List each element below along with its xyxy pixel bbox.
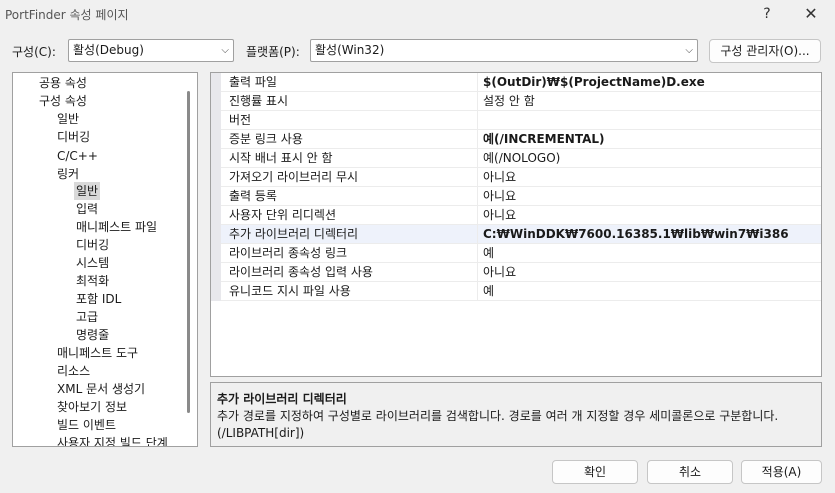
property-value[interactable] [477,111,821,130]
grid-row-selected[interactable]: 추가 라이브러리 디렉터리 C:₩WinDDK₩7600.16385.1₩lib₩… [211,225,821,244]
config-label: 구성(C): [12,45,56,59]
property-value[interactable]: $(OutDir)₩$(ProjectName)D.exe [477,73,821,92]
tree-item-embedded-idl[interactable]: 포함 IDL [76,290,121,308]
close-button[interactable]: ✕ [799,4,823,24]
property-value[interactable]: C:₩WinDDK₩7600.16385.1₩lib₩win7₩i386 [477,225,821,244]
property-value[interactable]: 아니요 [477,206,821,225]
config-value: 활성(Debug) [73,43,144,57]
grid-row[interactable]: 라이브러리 종속성 입력 사용 아니요 [211,263,821,282]
property-name: 버전 [229,113,252,127]
chevron-down-icon: ⌵ [685,45,693,56]
grid-row[interactable]: 라이브러리 종속성 링크 예 [211,244,821,263]
tree-item-general[interactable]: 일반 [57,110,79,128]
grid-row[interactable]: 출력 파일 $(OutDir)₩$(ProjectName)D.exe [211,73,821,92]
ok-button[interactable]: 확인 [552,460,638,484]
help-button[interactable]: ? [755,4,779,24]
property-name: 출력 파일 [229,75,277,89]
property-name: 추가 라이브러리 디렉터리 [229,227,359,241]
property-value[interactable]: 아니요 [477,168,821,187]
property-name: 가져오기 라이브러리 무시 [229,170,359,184]
window-title: PortFinder 속성 페이지 [5,8,129,22]
grid-row[interactable]: 사용자 단위 리디렉션 아니요 [211,206,821,225]
tree-item-manifest-file[interactable]: 매니페스트 파일 [76,218,157,236]
property-grid: 출력 파일 $(OutDir)₩$(ProjectName)D.exe 진행률 표… [210,72,822,377]
title-bar: PortFinder 속성 페이지 ? ✕ [0,0,835,30]
property-name: 진행률 표시 [229,94,289,108]
tree-item-linker-debugging[interactable]: 디버깅 [76,236,109,254]
property-name: 시작 배너 표시 안 함 [229,151,333,165]
description-title: 추가 라이브러리 디렉터리 [217,392,347,406]
tree-item-custom-build-step[interactable]: 사용자 지정 빌드 단계 [57,434,168,446]
config-manager-button[interactable]: 구성 관리자(O)... [709,39,821,63]
tree-item-xml-doc-generator[interactable]: XML 문서 생성기 [57,380,145,398]
tree-item-advanced[interactable]: 고급 [76,308,98,326]
grid-row[interactable]: 유니코드 지시 파일 사용 예 [211,282,821,301]
tree-item-browse-info[interactable]: 찾아보기 정보 [57,398,127,416]
property-value[interactable]: 예(/INCREMENTAL) [477,130,821,149]
tree-item-linker-input[interactable]: 입력 [76,200,98,218]
tree-item-linker-general[interactable]: 일반 [74,182,101,200]
grid-row[interactable]: 시작 배너 표시 안 함 예(/NOLOGO) [211,149,821,168]
property-tree[interactable]: 공용 속성 구성 속성 일반 디버깅 C/C++ 링커 일반 입력 매니페스트 … [12,72,198,447]
platform-label: 플랫폼(P): [246,45,300,59]
tree-item-build-events[interactable]: 빌드 이벤트 [57,416,116,434]
tree-item-manifest-tool[interactable]: 매니페스트 도구 [57,344,138,362]
property-value[interactable]: 예 [477,282,821,301]
property-value[interactable]: 설정 안 함 [477,92,821,111]
tree-item-config-properties[interactable]: 구성 속성 [39,92,87,110]
grid-row[interactable]: 가져오기 라이브러리 무시 아니요 [211,168,821,187]
tree-item-command-line[interactable]: 명령줄 [76,326,109,344]
property-name: 증분 링크 사용 [229,132,303,146]
property-value[interactable]: 아니요 [477,187,821,206]
grid-row[interactable]: 증분 링크 사용 예(/INCREMENTAL) [211,130,821,149]
property-name: 라이브러리 종속성 링크 [229,246,348,260]
property-value[interactable]: 예 [477,244,821,263]
tree-item-common-properties[interactable]: 공용 속성 [39,74,87,92]
grid-row[interactable]: 진행률 표시 설정 안 함 [211,92,821,111]
description-text: 추가 경로를 지정하여 구성별로 라이브러리를 검색합니다. 경로를 여러 개 … [217,409,779,440]
apply-button[interactable]: 적용(A) [741,460,822,484]
grid-row[interactable]: 출력 등록 아니요 [211,187,821,206]
property-value[interactable]: 아니요 [477,263,821,282]
property-name: 사용자 단위 리디렉션 [229,208,336,222]
property-name: 유니코드 지시 파일 사용 [229,284,351,298]
platform-dropdown[interactable]: 활성(Win32) ⌵ [310,39,698,62]
cancel-button[interactable]: 취소 [647,460,733,484]
property-name: 출력 등록 [229,189,277,203]
tree-item-linker[interactable]: 링커 [57,165,79,183]
tree-item-debugging[interactable]: 디버깅 [57,128,90,146]
tree-item-cpp[interactable]: C/C++ [57,147,98,165]
property-name: 라이브러리 종속성 입력 사용 [229,265,373,279]
property-value[interactable]: 예(/NOLOGO) [477,149,821,168]
tree-item-system[interactable]: 시스템 [76,254,109,272]
description-panel: 추가 라이브러리 디렉터리 추가 경로를 지정하여 구성별로 라이브러리를 검색… [210,382,822,447]
tree-item-optimization[interactable]: 최적화 [76,272,109,290]
grid-row[interactable]: 버전 [211,111,821,130]
tree-item-resources[interactable]: 리소스 [57,362,90,380]
chevron-down-icon: ⌵ [221,45,229,56]
platform-value: 활성(Win32) [315,43,385,57]
tree-scrollbar[interactable] [187,91,190,413]
config-dropdown[interactable]: 활성(Debug) ⌵ [68,39,234,62]
